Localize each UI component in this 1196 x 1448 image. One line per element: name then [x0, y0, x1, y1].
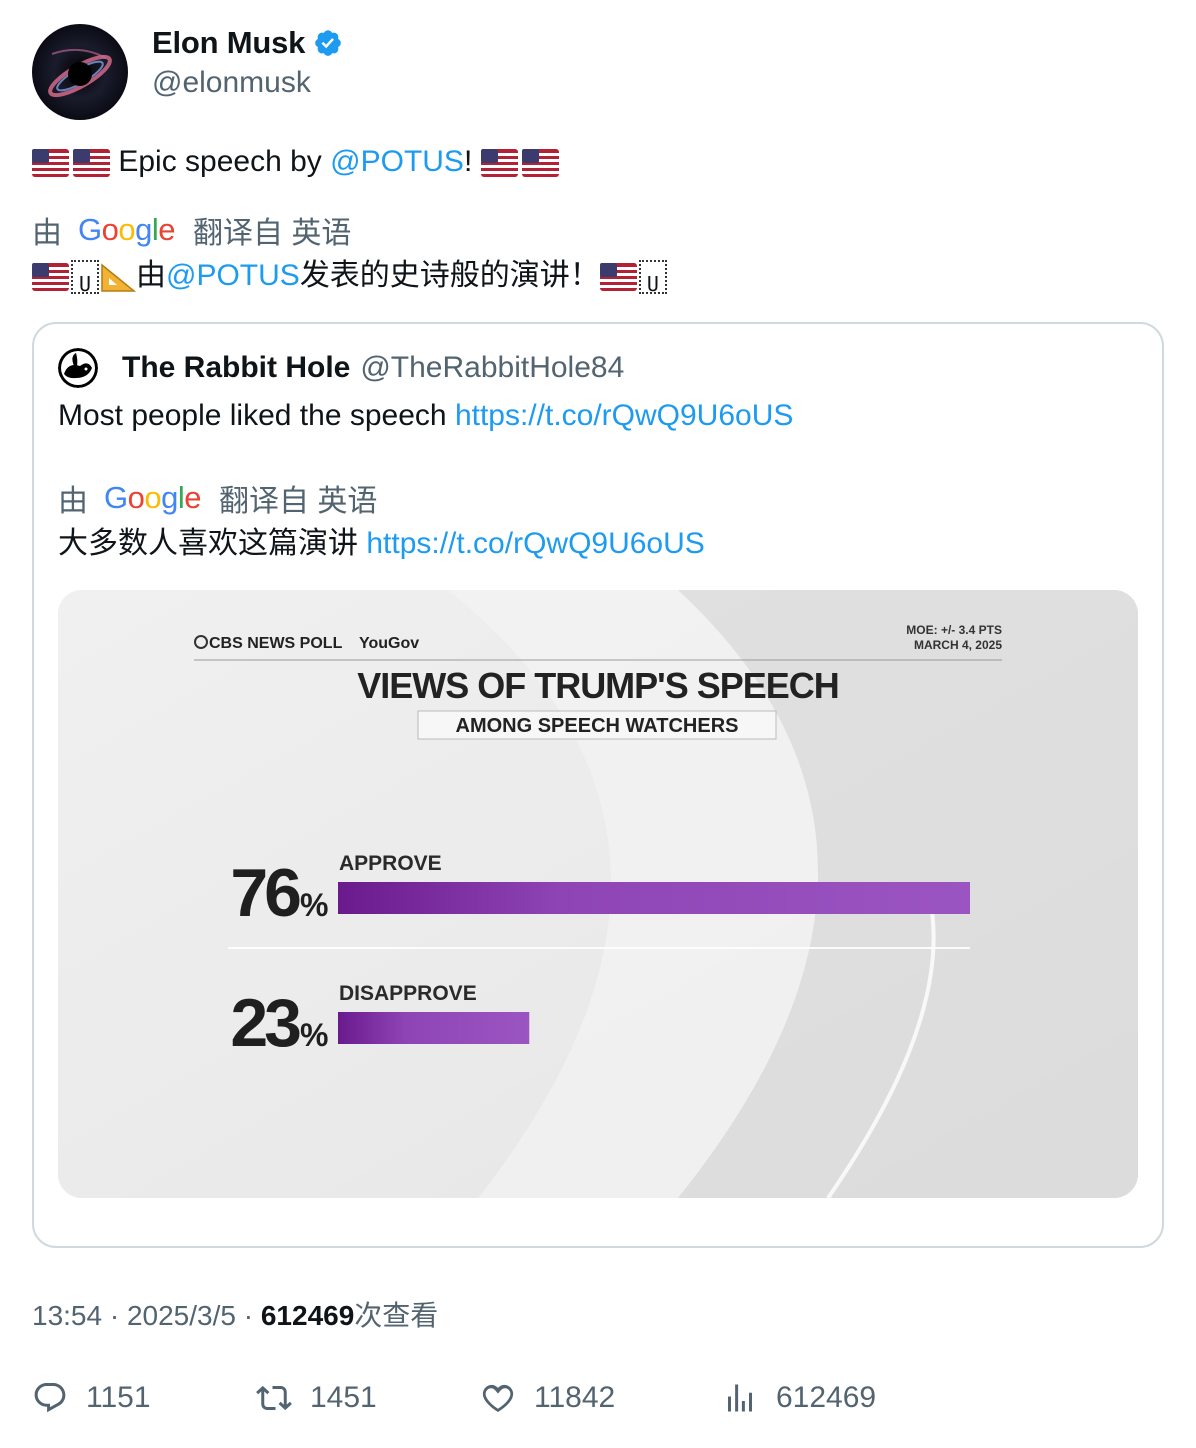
reply-button[interactable]: 1151 — [32, 1380, 151, 1416]
tweet-text-suffix: ! — [463, 145, 473, 178]
translate-from-label: 翻译自 英语 — [193, 217, 352, 250]
bar-value-label: 23 — [230, 985, 300, 1061]
tweet-author: Elon Musk @elonmusk — [32, 24, 343, 120]
author-name[interactable]: Elon Musk — [152, 25, 305, 61]
tweet-date[interactable]: 2025/3/5 — [127, 1300, 236, 1331]
view-count: 612469 — [260, 1300, 355, 1331]
bar-approve — [338, 882, 970, 914]
bar-value-label: 76 — [230, 855, 300, 931]
bar-category-label: DISAPPROVE — [339, 982, 477, 1005]
google-logo: Google — [78, 212, 176, 247]
author-avatar[interactable] — [32, 24, 128, 120]
quoted-translated-link[interactable]: https://t.co/rQwQ9U6oUS — [366, 527, 704, 560]
chart-title: VIEWS OF TRUMP'S SPEECH — [357, 665, 839, 706]
quoted-author-name[interactable]: The Rabbit Hole — [122, 351, 350, 385]
quoted-translated-text: 大多数人喜欢这篇演讲 https://t.co/rQwQ9U6oUS — [58, 524, 705, 564]
bar-category-label: APPROVE — [339, 852, 442, 875]
translated-tweet-text: 由@POTUS发表的史诗般的演讲！ — [32, 256, 668, 304]
bar-unit-label: % — [300, 1017, 328, 1053]
potus-mention-link-translated[interactable]: @POTUS — [166, 259, 300, 292]
bar-disapprove — [338, 1012, 530, 1044]
like-count: 11842 — [534, 1381, 616, 1414]
verified-badge-icon — [315, 30, 342, 56]
us-flag-icon — [32, 263, 69, 292]
action-bar: 1151 1451 11842 612469 — [32, 1380, 1164, 1424]
analytics-icon — [728, 1384, 752, 1412]
like-button[interactable]: 11842 — [480, 1380, 615, 1416]
quoted-tweet[interactable]: The Rabbit Hole @TheRabbitHole84 Most pe… — [32, 322, 1164, 1248]
chart-date: MARCH 4, 2025 — [914, 638, 1002, 652]
triangular-ruler-icon — [101, 263, 136, 292]
quoted-link[interactable]: https://t.co/rQwQ9U6oUS — [455, 399, 793, 432]
quoted-translate-by-label: 由 — [58, 485, 88, 518]
tweet-time[interactable]: 13:54 — [32, 1300, 102, 1331]
poll-chart-image[interactable]: CBS NEWS POLL YouGov MOE: +/- 3.4 PTS MA… — [58, 590, 1138, 1198]
meta-separator: · — [243, 1300, 261, 1331]
quoted-translated-by-google[interactable]: 由 Google 翻译自 英语 — [58, 476, 377, 520]
chart-source: CBS NEWS POLL — [209, 635, 343, 652]
us-flag-icon — [599, 263, 637, 292]
reply-count: 1151 — [86, 1381, 151, 1414]
bar-unit-label: % — [300, 887, 328, 923]
author-handle[interactable]: @elonmusk — [152, 66, 343, 100]
reply-icon — [34, 1383, 66, 1413]
view-count-label: 次查看 — [354, 1300, 439, 1331]
us-flag-icon — [32, 149, 110, 178]
missing-glyph-icon — [71, 260, 99, 304]
quoted-author-avatar[interactable] — [58, 348, 98, 388]
missing-glyph-icon — [638, 260, 667, 304]
quoted-translated-body: 大多数人喜欢这篇演讲 — [58, 527, 358, 560]
views-button[interactable]: 612469 — [722, 1380, 876, 1416]
retweet-button[interactable]: 1451 — [256, 1380, 377, 1416]
retweet-count: 1451 — [310, 1381, 377, 1414]
retweet-icon — [256, 1385, 292, 1411]
chart-moe: MOE: +/- 3.4 PTS — [906, 623, 1002, 637]
translated-by-google[interactable]: 由 Google 翻译自 英语 — [32, 208, 351, 252]
chart-partner: YouGov — [359, 635, 419, 652]
chart-subtitle: AMONG SPEECH WATCHERS — [456, 715, 739, 737]
us-flag-icon — [480, 149, 559, 178]
translated-suffix: 发表的史诗般的演讲！ — [299, 259, 600, 292]
tweet-text: Epic speech by @POTUS! — [32, 142, 559, 182]
meta-separator: · — [109, 1300, 127, 1331]
google-logo: Google — [104, 480, 202, 515]
translated-prefix: 由 — [136, 259, 166, 292]
quoted-author: The Rabbit Hole @TheRabbitHole84 — [58, 348, 624, 388]
potus-mention-link[interactable]: @POTUS — [330, 145, 464, 178]
heart-icon — [482, 1384, 514, 1413]
tweet-text-prefix: Epic speech by — [118, 145, 322, 178]
tweet-meta: 13:54 · 2025/3/5 · 612469次查看 — [32, 1294, 438, 1334]
quoted-author-handle[interactable]: @TheRabbitHole84 — [360, 351, 624, 385]
views-count: 612469 — [776, 1381, 877, 1414]
quoted-text-body: Most people liked the speech — [58, 399, 447, 432]
translate-by-label: 由 — [32, 217, 62, 250]
quoted-text: Most people liked the speech https://t.c… — [58, 396, 793, 436]
quoted-translate-from-label: 翻译自 英语 — [219, 485, 378, 518]
